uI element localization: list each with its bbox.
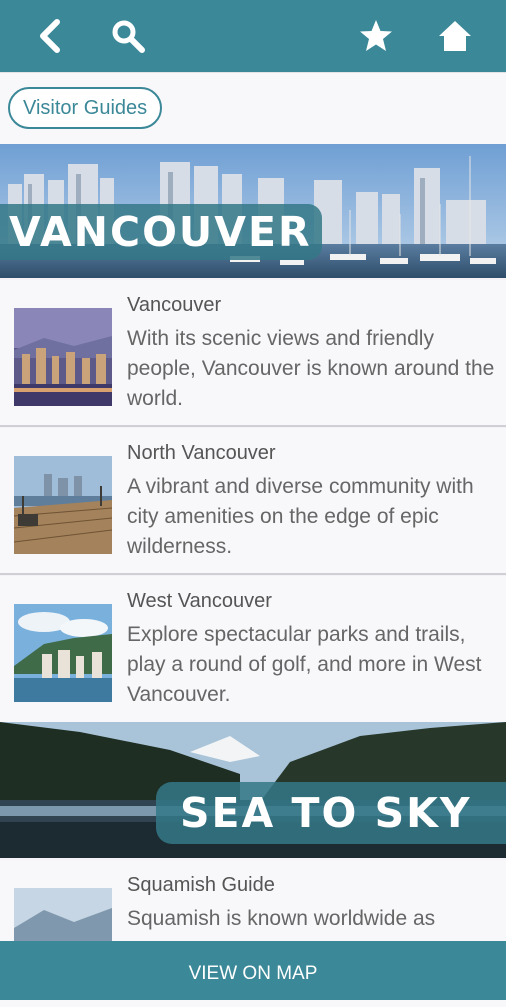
sea-to-sky-banner[interactable]: SEA TO SKY	[0, 722, 506, 858]
item-description: A vibrant and diverse community with cit…	[127, 475, 474, 558]
vancouver-thumbnail	[14, 308, 112, 406]
item-title: Vancouver	[127, 294, 222, 316]
list-item[interactable]: North Vancouver A vibrant and diverse co…	[0, 428, 506, 575]
list-item[interactable]: Vancouver With its scenic views and frie…	[0, 280, 506, 427]
star-icon	[360, 20, 392, 51]
chevron-left-icon	[40, 19, 60, 53]
item-description: With its scenic views and friendly peopl…	[127, 327, 495, 410]
filter-bar: Visitor Guides	[0, 72, 506, 145]
list-item[interactable]: West Vancouver Explore spectacular parks…	[0, 576, 506, 723]
item-title: West Vancouver	[127, 590, 272, 612]
back-button[interactable]	[26, 12, 74, 60]
item-description: Squamish is known worldwide as	[127, 907, 436, 930]
search-icon	[112, 20, 145, 53]
visitor-guides-chip[interactable]: Visitor Guides	[8, 87, 163, 129]
item-title: Squamish Guide	[127, 874, 275, 896]
home-icon	[439, 21, 471, 51]
top-app-bar	[0, 0, 506, 72]
favorites-button[interactable]	[352, 12, 400, 60]
west-vancouver-thumbnail	[14, 604, 112, 702]
search-button[interactable]	[104, 12, 152, 60]
item-description: Explore spectacular parks and trails, pl…	[127, 623, 482, 706]
view-on-map-button[interactable]: VIEW ON MAP	[0, 941, 506, 1000]
vancouver-banner-label: VANCOUVER	[0, 204, 322, 260]
item-title: North Vancouver	[127, 442, 276, 464]
north-vancouver-thumbnail	[14, 456, 112, 554]
sea-to-sky-banner-label: SEA TO SKY	[156, 782, 506, 844]
home-button[interactable]	[431, 12, 479, 60]
vancouver-banner[interactable]: VANCOUVER	[0, 144, 506, 278]
